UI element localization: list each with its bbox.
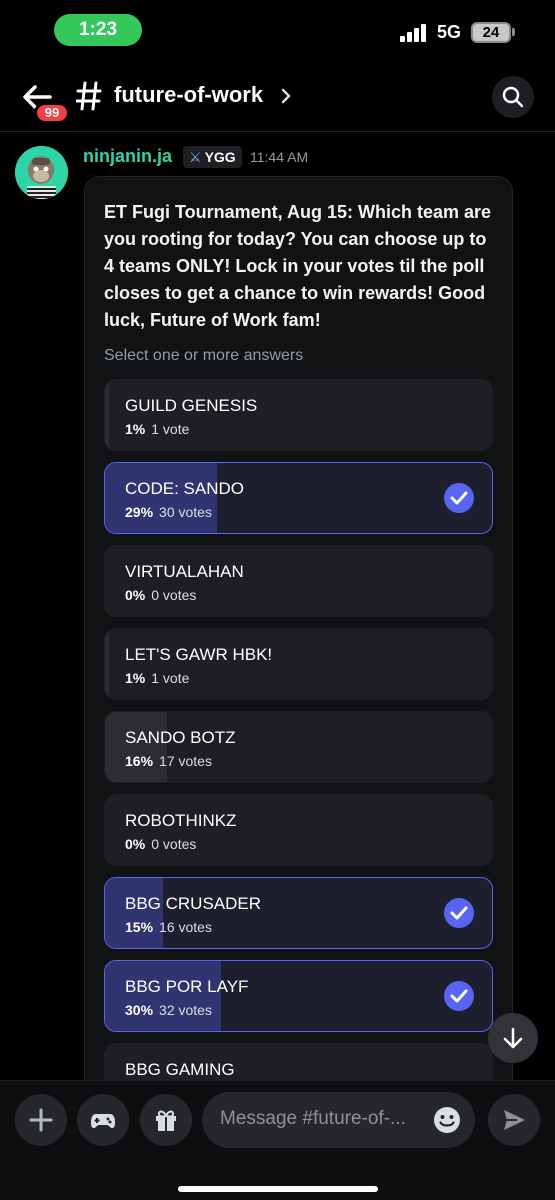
poll-option[interactable]: SANDO BOTZ 16% 17 votes <box>104 711 493 783</box>
poll-option-votes: 0 votes <box>151 587 197 603</box>
poll-option[interactable]: GUILD GENESIS 1% 1 vote <box>104 379 493 451</box>
poll-option-stats: 1% 1 vote <box>125 421 189 437</box>
gamepad-icon <box>91 1114 115 1128</box>
poll-option-stats: 1% 1 vote <box>125 670 189 686</box>
poll-question: ET Fugi Tournament, Aug 15: Which team a… <box>104 202 492 330</box>
sword-icon: ⚔ <box>189 149 202 165</box>
poll-option-percent: 0% <box>125 587 146 603</box>
checkmark-icon <box>444 483 474 513</box>
poll-option[interactable]: BBG CRUSADER 15% 16 votes <box>104 877 493 949</box>
poll-option-percent: 16% <box>125 753 154 769</box>
poll-option-votes: 16 votes <box>159 919 212 935</box>
hash-icon <box>76 81 102 111</box>
message-input-wrapper <box>202 1092 475 1148</box>
home-indicator[interactable] <box>178 1186 378 1192</box>
poll-option-votes: 30 votes <box>159 504 212 520</box>
activities-button[interactable] <box>77 1094 129 1146</box>
poll-hint: Select one or more answers <box>104 347 304 364</box>
add-attachment-button[interactable] <box>15 1094 67 1146</box>
chevron-right-icon[interactable] <box>280 88 292 104</box>
poll-option-stats: 0% 0 votes <box>125 587 196 603</box>
signal-icon <box>400 24 428 42</box>
scroll-to-bottom-button[interactable] <box>488 1013 538 1063</box>
poll-option-label: BBG GAMING <box>125 1060 235 1079</box>
poll-option-label: GUILD GENESIS <box>125 396 258 415</box>
search-button[interactable] <box>492 76 534 118</box>
poll-option-stats: 30% 32 votes <box>125 1002 212 1018</box>
poll-option-fill <box>105 629 109 699</box>
poll-option-stats: 15% 16 votes <box>125 919 212 935</box>
poll-option-stats: 0% 0 votes <box>125 836 196 852</box>
poll-option[interactable]: LET'S GAWR HBK! 1% 1 vote <box>104 628 493 700</box>
poll-option[interactable]: BBG POR LAYF 30% 32 votes <box>104 960 493 1032</box>
poll-option-votes: 1 vote <box>151 670 190 686</box>
emoji-button[interactable] <box>431 1104 463 1136</box>
plus-icon <box>29 1108 53 1132</box>
battery-nub <box>512 28 515 36</box>
network-type: 5G <box>437 22 462 42</box>
poll-option-label: BBG POR LAYF <box>125 977 249 996</box>
poll-option-label: BBG CRUSADER <box>125 894 262 913</box>
search-icon <box>502 86 524 108</box>
channel-title[interactable]: future-of-work <box>114 82 263 108</box>
composer-bar <box>0 1080 555 1200</box>
poll-option-percent: 30% <box>125 1002 154 1018</box>
status-bar: 1:23 5G 24 <box>0 0 555 62</box>
poll-option-label: VIRTUALAHAN <box>125 562 244 581</box>
message-input[interactable] <box>220 1108 420 1130</box>
poll-option-label: LET'S GAWR HBK! <box>125 645 273 664</box>
poll-option-percent: 29% <box>125 504 154 520</box>
avatar[interactable] <box>15 146 68 199</box>
poll-option-percent: 0% <box>125 836 146 852</box>
battery-icon: 24 <box>471 22 511 43</box>
poll-option-stats: 29% 30 votes <box>125 504 212 520</box>
poll-option-label: ROBOTHINKZ <box>125 811 237 830</box>
send-icon <box>504 1110 525 1130</box>
poll-option-votes: 17 votes <box>159 753 212 769</box>
gift-icon <box>156 1110 176 1131</box>
poll-option-fill <box>105 380 109 450</box>
poll-option-percent: 1% <box>125 421 146 437</box>
channel-header: 99 future-of-work <box>0 62 555 132</box>
gift-button[interactable] <box>140 1094 192 1146</box>
poll-option-votes: 0 votes <box>151 836 197 852</box>
checkmark-icon <box>444 981 474 1011</box>
status-time: 1:23 <box>54 14 142 46</box>
poll-card: ET Fugi Tournament, Aug 15: Which team a… <box>84 176 513 1096</box>
poll-option-votes: 32 votes <box>159 1002 212 1018</box>
smiley-icon <box>434 1107 460 1133</box>
poll-option-label: CODE: SANDO <box>125 479 245 498</box>
message-timestamp: 11:44 AM <box>250 149 309 165</box>
poll-option-label: SANDO BOTZ <box>125 728 236 747</box>
checkmark-icon <box>444 898 474 928</box>
poll-option[interactable]: VIRTUALAHAN 0% 0 votes <box>104 545 493 617</box>
send-button[interactable] <box>488 1094 540 1146</box>
unread-badge: 99 <box>34 102 70 124</box>
arrow-down-icon <box>503 1027 523 1049</box>
poll-option-percent: 15% <box>125 919 154 935</box>
poll-option[interactable]: CODE: SANDO 29% 30 votes <box>104 462 493 534</box>
poll-option-votes: 1 vote <box>151 421 190 437</box>
poll-option-stats: 16% 17 votes <box>125 753 212 769</box>
poll-option[interactable]: ROBOTHINKZ 0% 0 votes <box>104 794 493 866</box>
poll-option-percent: 1% <box>125 670 146 686</box>
guild-tag[interactable]: ⚔ YGG <box>183 146 242 168</box>
message-author[interactable]: ninjanin.ja <box>83 146 172 167</box>
guild-tag-label: YGG <box>204 149 236 165</box>
